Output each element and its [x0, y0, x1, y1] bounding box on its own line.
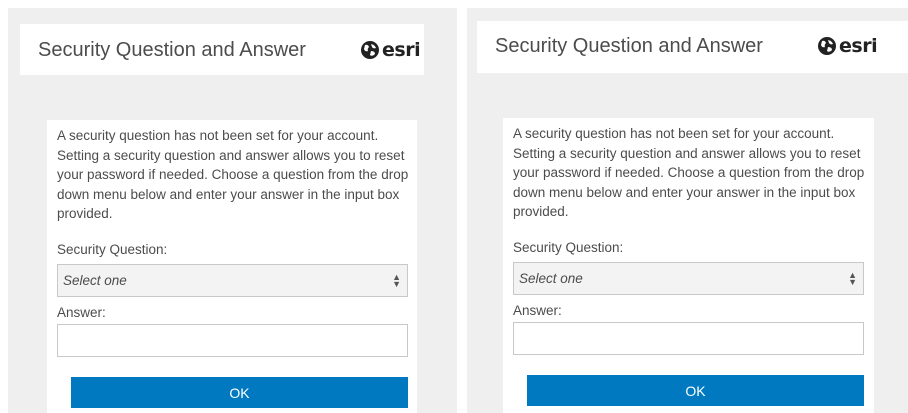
globe-icon: [361, 41, 379, 59]
answer-input[interactable]: [513, 322, 864, 355]
esri-logo: esri: [360, 39, 421, 61]
intro-text: A security question has not been set for…: [513, 126, 865, 220]
security-question-label: Security Question:: [57, 242, 168, 257]
dialog-card: A security question has not been set for…: [503, 118, 874, 413]
answer-label: Answer:: [57, 305, 106, 320]
security-dialog-left: Security Question and Answer esri A secu…: [8, 8, 457, 413]
answer-label: Answer:: [513, 303, 562, 318]
ok-button[interactable]: OK: [527, 375, 864, 406]
dialog-title: Security Question and Answer: [495, 35, 763, 57]
security-dialog-right: Security Question and Answer esri A secu…: [467, 8, 908, 413]
dialog-title: Security Question and Answer: [38, 39, 306, 61]
updown-arrows-icon: ▲ ▼: [848, 270, 857, 287]
select-value: Select one: [63, 273, 127, 288]
logo-text: esri: [382, 39, 421, 61]
security-question-select[interactable]: Select one ▲ ▼: [513, 262, 864, 295]
select-value: Select one: [519, 271, 583, 286]
esri-logo: esri: [817, 35, 878, 57]
intro-text: A security question has not been set for…: [57, 128, 409, 222]
updown-arrows-icon: ▲ ▼: [392, 272, 401, 289]
dialog-header: Security Question and Answer esri: [477, 21, 908, 73]
globe-icon: [818, 37, 836, 55]
answer-input[interactable]: [57, 324, 408, 357]
security-question-label: Security Question:: [513, 240, 624, 255]
ok-button[interactable]: OK: [71, 377, 408, 408]
security-question-select[interactable]: Select one ▲ ▼: [57, 264, 408, 297]
dialog-card: A security question has not been set for…: [47, 120, 417, 413]
dialog-header: Security Question and Answer esri: [20, 24, 424, 75]
logo-text: esri: [839, 35, 878, 57]
